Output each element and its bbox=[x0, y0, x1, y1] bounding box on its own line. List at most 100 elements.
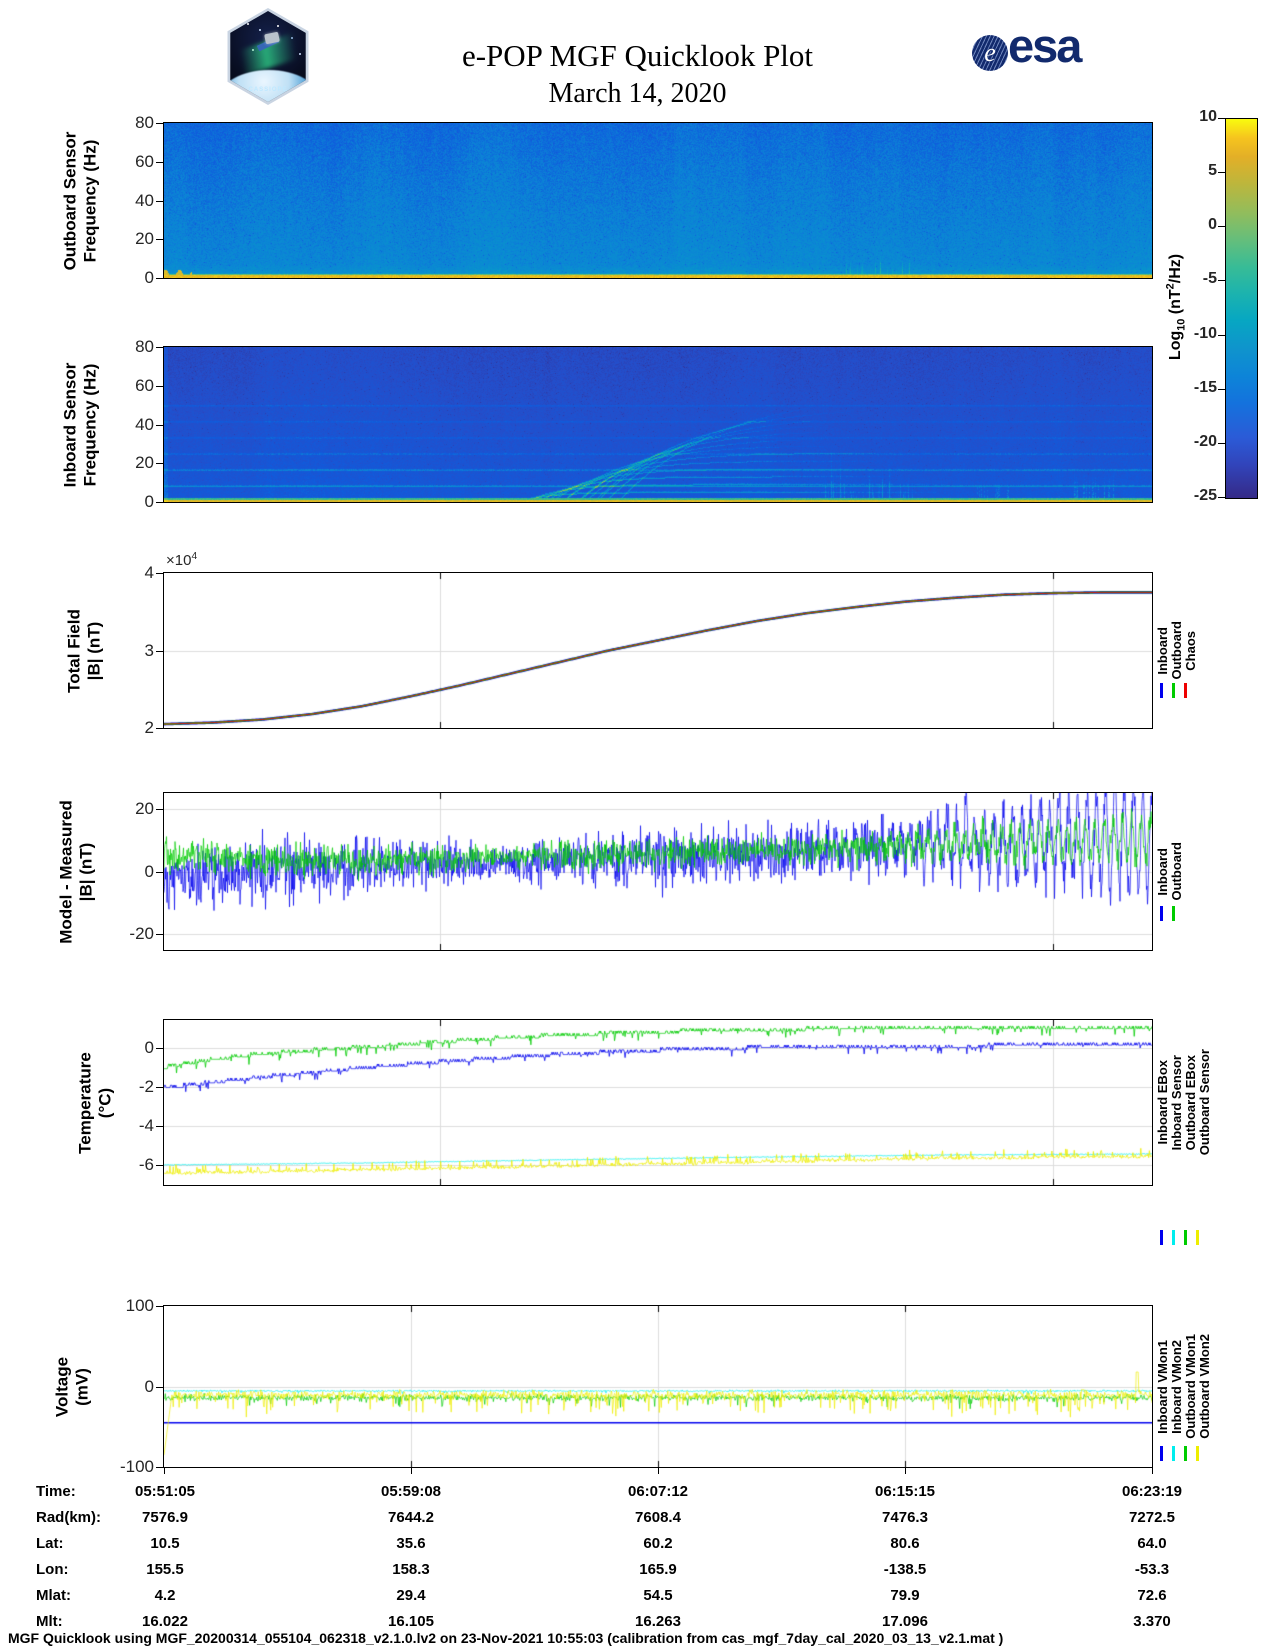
table-cell: 72.6 bbox=[1137, 1587, 1167, 1604]
legend-entry: Outboard VMon2 bbox=[1197, 1334, 1212, 1439]
ylabel-inboard-spectrogram: Inboard Sensor Frequency (Hz) bbox=[60, 362, 99, 487]
y-tick-mark bbox=[156, 1165, 164, 1167]
table-cell: 158.3 bbox=[392, 1561, 430, 1578]
colorbar-tick-mark bbox=[1218, 280, 1225, 282]
inboard-spectrogram-canvas bbox=[164, 347, 1152, 502]
legend-total-field: Inboard Outboard Chaos bbox=[1155, 573, 1198, 728]
legend-entry: Inboard Sensor bbox=[1169, 1054, 1184, 1151]
table-cell: 155.5 bbox=[146, 1561, 184, 1578]
y-tick-label: 80 bbox=[135, 337, 154, 356]
table-cell: 7272.5 bbox=[1129, 1509, 1175, 1526]
legend-temperature: Inboard EBox Inboard Sensor Outboard EBox O… bbox=[1155, 1020, 1212, 1185]
table-row-label: Lon: bbox=[36, 1561, 69, 1578]
y-tick-label: 20 bbox=[135, 798, 154, 818]
y-tick-label: 0 bbox=[144, 492, 154, 511]
x-tick-mark bbox=[164, 1467, 165, 1474]
panel-outboard-spectrogram bbox=[163, 122, 1153, 279]
table-cell: 16.105 bbox=[388, 1613, 434, 1630]
panel-voltage bbox=[163, 1305, 1153, 1468]
legend-entry: Inboard VMon2 bbox=[1169, 1339, 1184, 1434]
table-cell: -53.3 bbox=[1134, 1561, 1170, 1578]
panel-model-minus-measured bbox=[163, 792, 1153, 951]
colorbar-tick-mark bbox=[1218, 388, 1225, 390]
legend-entry: Inboard EBox bbox=[1155, 1060, 1170, 1145]
table-row-label: Lat: bbox=[36, 1535, 64, 1552]
panel-total-field bbox=[163, 572, 1153, 729]
y-tick-label: -6 bbox=[138, 1155, 154, 1175]
y-tick-label: -100 bbox=[119, 1457, 154, 1476]
y-tick-mark bbox=[156, 424, 164, 426]
ylabel-total-field: Total Field |B| (nT) bbox=[64, 608, 103, 693]
y-tick-mark bbox=[156, 934, 164, 936]
legend-entry: Outboard bbox=[1169, 621, 1184, 680]
page-title: e-POP MGF Quicklook Plot bbox=[461, 38, 814, 73]
y-tick-label: 60 bbox=[135, 151, 154, 171]
y-tick-label: 0 bbox=[144, 268, 154, 287]
ylabel-voltage: Voltage (mV) bbox=[52, 1356, 91, 1417]
legend-entry: Inboard VMon1 bbox=[1155, 1339, 1170, 1434]
legend-color-mark bbox=[1196, 1230, 1199, 1245]
colorbar-tick-mark bbox=[1218, 172, 1225, 174]
legend-color-mark bbox=[1184, 1230, 1187, 1245]
table-cell: 16.022 bbox=[142, 1613, 188, 1630]
y-tick-label: 80 bbox=[135, 113, 154, 132]
y-tick-mark bbox=[156, 871, 164, 873]
colorbar-tick-label: -10 bbox=[1193, 324, 1217, 342]
legend-entry: Inboard bbox=[1155, 626, 1170, 675]
legend-color-mark bbox=[1184, 683, 1187, 698]
table-cell: 79.9 bbox=[890, 1587, 920, 1604]
table-cell: 05:59:08 bbox=[380, 1483, 442, 1500]
legend-color-mark bbox=[1196, 1446, 1199, 1461]
page-date: March 14, 2020 bbox=[548, 78, 727, 109]
table-cell: 7644.2 bbox=[388, 1509, 434, 1526]
y-tick-mark bbox=[156, 1467, 164, 1468]
table-cell: 7576.9 bbox=[142, 1509, 188, 1526]
y-tick-mark bbox=[156, 161, 164, 163]
table-cell: -138.5 bbox=[883, 1561, 927, 1578]
legend-entry: Outboard bbox=[1169, 842, 1184, 901]
table-cell: 165.9 bbox=[639, 1561, 677, 1578]
y-tick-mark bbox=[156, 502, 164, 503]
colorbar-tick-label: 0 bbox=[1208, 216, 1217, 234]
table-cell: 4.2 bbox=[154, 1587, 176, 1604]
footer-provenance: MGF Quicklook using MGF_20200314_055104_… bbox=[8, 1630, 1004, 1646]
colorbar-tick-label: -20 bbox=[1193, 432, 1217, 450]
temperature-canvas bbox=[164, 1020, 1152, 1185]
ylabel-temperature: Temperature (°C) bbox=[75, 1051, 114, 1154]
legend-model-minus-measured: Inboard Outboard bbox=[1155, 793, 1184, 950]
table-cell: 05:51:05 bbox=[134, 1483, 196, 1500]
legend-color-mark bbox=[1160, 906, 1163, 921]
table-cell: 29.4 bbox=[396, 1587, 426, 1604]
y-tick-label: 100 bbox=[125, 1296, 154, 1315]
legend-color-mark bbox=[1184, 1446, 1187, 1461]
x-tick-mark bbox=[658, 1467, 659, 1474]
table-cell: 7608.4 bbox=[635, 1509, 681, 1526]
legend-color-mark bbox=[1160, 683, 1163, 698]
legend-color-mark bbox=[1172, 683, 1175, 698]
legend-entry: Outboard VMon1 bbox=[1183, 1334, 1198, 1439]
colorbar-tick-label: 5 bbox=[1208, 162, 1217, 180]
esa-globe-icon: e bbox=[972, 35, 1008, 71]
legend-color-mark bbox=[1160, 1230, 1163, 1245]
legend-entry: Outboard Sensor bbox=[1197, 1049, 1212, 1156]
y-tick-label: 60 bbox=[135, 375, 154, 395]
colorbar-gradient bbox=[1225, 118, 1258, 499]
colorbar-tick-mark bbox=[1218, 226, 1225, 228]
legend-marks-model-minus-measured bbox=[1160, 906, 1175, 921]
x-tick-mark bbox=[411, 1467, 412, 1474]
table-row-label: Mlt: bbox=[36, 1613, 63, 1630]
y-tick-mark bbox=[156, 728, 164, 729]
table-row-label: Mlat: bbox=[36, 1587, 71, 1604]
y-tick-label: 2 bbox=[144, 718, 154, 737]
y-tick-mark bbox=[156, 1306, 164, 1307]
y-tick-mark bbox=[156, 385, 164, 387]
y-tick-mark bbox=[156, 650, 164, 652]
y-tick-label: -20 bbox=[129, 924, 154, 944]
y-tick-mark bbox=[156, 1386, 164, 1388]
table-cell: 10.5 bbox=[150, 1535, 180, 1552]
table-cell: 80.6 bbox=[890, 1535, 920, 1552]
y-tick-mark bbox=[156, 239, 164, 241]
y-tick-mark bbox=[156, 808, 164, 810]
colorbar-tick-mark bbox=[1218, 118, 1225, 119]
y-tick-label: 4 bbox=[144, 563, 154, 582]
